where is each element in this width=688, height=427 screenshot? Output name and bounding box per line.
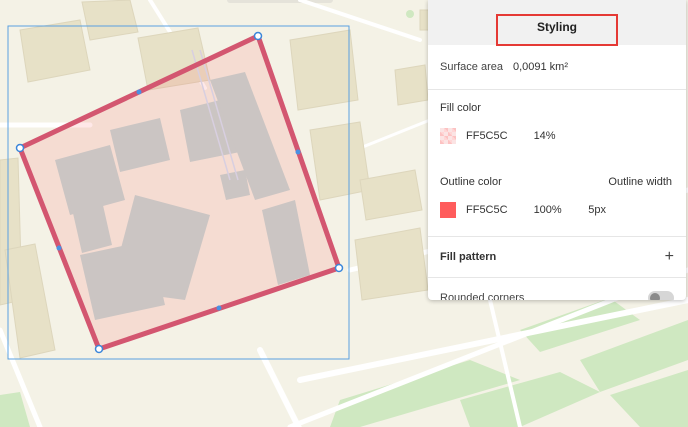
- fill-color-hex[interactable]: FF5C5C: [466, 130, 508, 142]
- rounded-corners-label: Rounded corners: [440, 292, 525, 300]
- vertex-handle[interactable]: [15, 143, 25, 153]
- styling-panel: Styling Surface area 0,0091 km² Fill col…: [428, 0, 686, 300]
- fill-color-label: Fill color: [440, 102, 481, 114]
- vertex-handle[interactable]: [94, 344, 104, 354]
- outline-color-hex[interactable]: FF5C5C: [466, 204, 508, 216]
- rounded-corners-row: Rounded corners: [428, 278, 686, 300]
- midpoint-handle[interactable]: [216, 305, 222, 311]
- midpoint-handle[interactable]: [295, 149, 301, 155]
- outline-width-label: Outline width: [608, 176, 672, 188]
- checkered-swatch-icon[interactable]: [440, 128, 456, 144]
- surface-area-label: Surface area: [440, 61, 503, 73]
- fill-pattern-row[interactable]: Fill pattern +: [428, 237, 686, 278]
- solid-swatch-icon[interactable]: [440, 202, 456, 218]
- outline-color-label: Outline color: [440, 176, 502, 188]
- fill-pattern-label: Fill pattern: [440, 251, 497, 263]
- panel-tab-bar: Styling: [428, 0, 686, 46]
- vertex-handle[interactable]: [334, 263, 344, 273]
- midpoint-handle[interactable]: [56, 245, 62, 251]
- outline-controls: FF5C5C 100% 5px: [440, 202, 674, 218]
- outline-section: Outline color Outline width FF5C5C 100% …: [428, 176, 686, 237]
- surface-area-row: Surface area 0,0091 km²: [428, 45, 686, 90]
- tab-styling[interactable]: Styling: [496, 14, 618, 46]
- outline-headers: Outline color Outline width: [440, 176, 674, 188]
- surface-area-value: 0,0091 km²: [512, 61, 569, 73]
- midpoint-handle[interactable]: [136, 89, 142, 95]
- vertex-handle[interactable]: [253, 31, 263, 41]
- outline-opacity[interactable]: 100%: [534, 204, 562, 216]
- plus-icon[interactable]: +: [665, 249, 674, 265]
- fill-color-control[interactable]: FF5C5C 14%: [440, 128, 674, 144]
- fill-color-section: Fill color FF5C5C 14%: [428, 90, 686, 164]
- toggle-knob: [650, 293, 660, 300]
- rounded-corners-toggle[interactable]: [648, 291, 674, 300]
- fill-opacity[interactable]: 14%: [534, 130, 556, 142]
- outline-width-value[interactable]: 5px: [588, 204, 606, 216]
